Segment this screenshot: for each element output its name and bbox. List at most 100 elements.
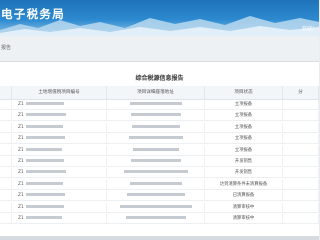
row-index-cell bbox=[0, 157, 12, 167]
row-index-cell bbox=[0, 202, 12, 213]
project-id-cell: Z1 bbox=[12, 157, 107, 167]
redacted-project-id bbox=[25, 124, 63, 128]
project-id-prefix: Z1 bbox=[18, 159, 24, 164]
project-address-cell bbox=[107, 179, 205, 190]
project-address-cell bbox=[107, 111, 205, 122]
report-panel: 综合税源信息报告 土地增值税项目编号 项目详细座落地址 项目状态分 Z1 立项报备 Z1 立… bbox=[0, 62, 319, 236]
project-id-prefix: Z1 bbox=[18, 170, 24, 176]
table-row[interactable]: Z1 立项报备 bbox=[0, 134, 319, 145]
app-header: 电子税务局 欢迎！ bbox=[0, 0, 319, 36]
project-id-prefix: Z1 bbox=[18, 102, 24, 107]
project-address-cell bbox=[107, 134, 205, 145]
project-status-cell: 立项报备 bbox=[205, 122, 283, 133]
table-row[interactable]: Z1 清算审核中 bbox=[0, 214, 319, 224]
report-table: 土地增值税项目编号 项目详细座落地址 项目状态分 Z1 立项报备 Z1 立项报备 Z1 立项报备… bbox=[0, 86, 319, 226]
welcome-text[interactable]: 欢迎！ bbox=[302, 25, 317, 32]
project-status-cell: 已清算报备 bbox=[205, 191, 283, 202]
extra-column-cell bbox=[283, 191, 319, 202]
table-row[interactable]: Z1 达到清算条件未清算报备 bbox=[0, 179, 319, 190]
extra-column-cell bbox=[283, 111, 319, 122]
table-row[interactable]: Z1 立项报备 bbox=[0, 145, 319, 156]
extra-column-cell bbox=[283, 100, 319, 110]
row-index-cell bbox=[0, 214, 12, 224]
project-id-prefix: Z1 bbox=[18, 193, 24, 199]
project-id-cell: Z1 bbox=[12, 202, 107, 213]
project-status-cell: 立项报备 bbox=[205, 100, 283, 110]
redacted-project-id bbox=[25, 113, 66, 117]
redacted-project-address bbox=[129, 102, 182, 105]
row-index-cell bbox=[0, 145, 12, 156]
project-address-cell bbox=[107, 100, 205, 110]
project-id-cell: Z1 bbox=[12, 179, 107, 190]
row-index-cell bbox=[0, 134, 12, 145]
column-header: 项目详细座落地址 bbox=[107, 86, 205, 100]
project-status-cell: 达到清算条件未清算报备 bbox=[205, 179, 283, 190]
project-address-cell bbox=[107, 157, 205, 167]
project-id-prefix: Z1 bbox=[18, 147, 24, 153]
column-header: 项目状态 bbox=[205, 86, 283, 100]
project-id-prefix: Z1 bbox=[18, 204, 24, 210]
redacted-project-id bbox=[25, 136, 65, 140]
redacted-project-address bbox=[123, 170, 188, 174]
breadcrumb-bar: 报告 bbox=[0, 36, 319, 62]
redacted-project-address bbox=[130, 159, 181, 162]
extra-column-cell bbox=[283, 157, 319, 167]
project-status-cell: 立项报备 bbox=[205, 111, 283, 122]
table-row[interactable]: Z1 已清算报备 bbox=[0, 191, 319, 202]
redacted-project-id bbox=[25, 204, 64, 208]
project-status-cell: 清算审核中 bbox=[205, 202, 283, 213]
table-row[interactable]: Z1 开发销售 bbox=[0, 157, 319, 167]
project-id-prefix: Z1 bbox=[18, 124, 24, 130]
extra-column-cell bbox=[283, 145, 319, 156]
row-index-cell bbox=[0, 168, 12, 179]
table-row[interactable]: Z1 立项报备 bbox=[0, 100, 319, 110]
project-address-cell bbox=[107, 168, 205, 179]
redacted-project-address bbox=[125, 216, 186, 219]
app-title: 电子税务局 bbox=[1, 7, 65, 21]
project-id-prefix: Z1 bbox=[18, 216, 24, 221]
project-id-cell: Z1 bbox=[12, 168, 107, 179]
extra-column-cell bbox=[283, 202, 319, 213]
project-address-cell bbox=[107, 191, 205, 202]
redacted-project-address bbox=[130, 113, 181, 117]
redacted-project-address bbox=[128, 136, 183, 140]
extra-column-cell bbox=[283, 122, 319, 133]
project-address-cell bbox=[107, 122, 205, 133]
project-id-cell: Z1 bbox=[12, 145, 107, 156]
breadcrumb[interactable]: 报告 bbox=[1, 44, 11, 51]
extra-column-cell bbox=[283, 168, 319, 179]
row-index-cell bbox=[0, 191, 12, 202]
project-id-cell: Z1 bbox=[12, 100, 107, 110]
project-id-cell: Z1 bbox=[12, 191, 107, 202]
column-header: 土地增值税项目编号 bbox=[12, 86, 107, 100]
redacted-project-id bbox=[25, 181, 63, 185]
redacted-project-id bbox=[25, 159, 64, 162]
table-row[interactable]: Z1 立项报备 bbox=[0, 111, 319, 122]
column-header bbox=[0, 86, 12, 100]
project-address-cell bbox=[107, 214, 205, 224]
project-id-prefix: Z1 bbox=[18, 113, 24, 119]
report-title: 综合税源信息报告 bbox=[135, 75, 184, 82]
extra-column-cell bbox=[283, 134, 319, 145]
project-status-cell: 开发销售 bbox=[205, 168, 283, 179]
project-status-cell: 开发销售 bbox=[205, 157, 283, 167]
redacted-project-address bbox=[119, 204, 192, 208]
project-status-cell: 立项报备 bbox=[205, 134, 283, 145]
project-status-cell: 立项报备 bbox=[205, 145, 283, 156]
project-id-cell: Z1 bbox=[12, 111, 107, 122]
project-status-cell: 清算审核中 bbox=[205, 214, 283, 224]
project-address-cell bbox=[107, 145, 205, 156]
extra-column-cell bbox=[283, 214, 319, 224]
redacted-project-id bbox=[25, 193, 65, 197]
row-index-cell bbox=[0, 111, 12, 122]
redacted-project-address bbox=[132, 147, 179, 151]
table-row[interactable]: Z1 立项报备 bbox=[0, 122, 319, 133]
row-index-cell bbox=[0, 100, 12, 110]
table-row[interactable]: Z1 开发销售 bbox=[0, 168, 319, 179]
row-index-cell bbox=[0, 179, 12, 190]
table-row[interactable]: Z1 清算审核中 bbox=[0, 202, 319, 213]
column-header: 分 bbox=[283, 86, 319, 100]
redacted-project-address bbox=[131, 124, 180, 128]
row-index-cell bbox=[0, 122, 12, 133]
bottom-scrollbar[interactable] bbox=[0, 236, 319, 240]
